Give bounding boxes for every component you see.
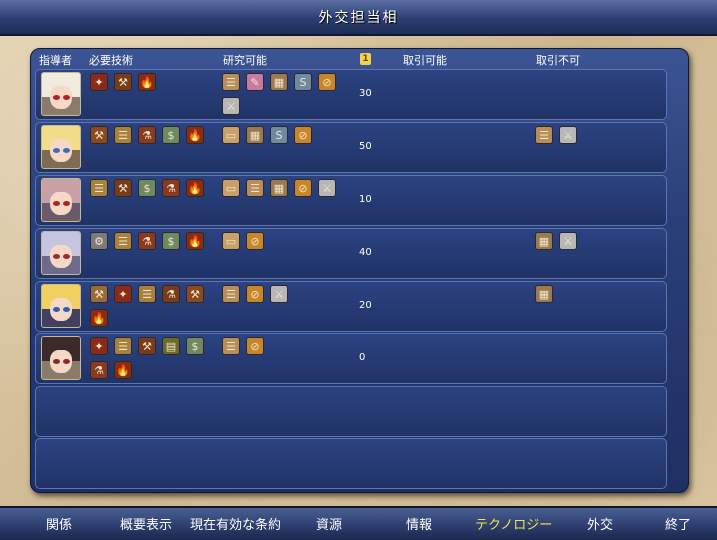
window-title: 外交担当相	[318, 10, 399, 26]
researchable-tech-icon[interactable]: ▭	[222, 126, 240, 144]
leader-row: ✦ ☰ ⚒ ▤ $ ⚗ 🔥 ☰ ⊘ 0	[35, 333, 667, 384]
tab-resources[interactable]: 資源	[316, 514, 342, 533]
researchable-tech-icon[interactable]: ⊘	[294, 126, 312, 144]
col-header-leader: 指導者	[39, 54, 72, 67]
researchable-tech-icon[interactable]: S	[294, 73, 312, 91]
required-tech-icon[interactable]: ☰	[138, 285, 156, 303]
leader-portrait[interactable]	[41, 125, 81, 169]
required-tech-icon[interactable]: ⚒	[114, 179, 132, 197]
col-header-required-tech: 必要技術	[89, 54, 133, 67]
leader-portrait[interactable]	[41, 336, 81, 380]
not-tradable-tech-icon[interactable]: ☰	[535, 126, 553, 144]
tech-count: 30	[359, 88, 372, 99]
bottom-nav-bar: 関係 概要表示 現在有効な条約 資源 情報 テクノロジー 外交 終了	[0, 506, 717, 540]
required-tech-icon[interactable]: 🔥	[90, 309, 108, 327]
required-tech-icon[interactable]: ⚒	[186, 285, 204, 303]
tech-count: 40	[359, 247, 372, 258]
count-column-icon: 1	[360, 53, 371, 65]
required-tech-icon[interactable]: ⚗	[162, 179, 180, 197]
not-tradable-tech-icon[interactable]: ⚔	[559, 232, 577, 250]
required-tech-icon[interactable]: ✦	[114, 285, 132, 303]
leader-row: ✦ ⚒ 🔥 ☰ ✎ ▦ S ⊘ ⚔ 30	[35, 69, 667, 120]
required-tech-icon[interactable]: $	[186, 337, 204, 355]
required-tech-icon[interactable]: ⚗	[90, 361, 108, 379]
researchable-tech-icon[interactable]: ▦	[270, 73, 288, 91]
required-tech-icon[interactable]: 🔥	[114, 361, 132, 379]
col-header-tradable: 取引可能	[403, 54, 447, 67]
col-header-researchable: 研究可能	[223, 54, 267, 67]
researchable-tech-icon[interactable]: ⊘	[246, 285, 264, 303]
tech-count: 10	[359, 194, 372, 205]
leader-portrait[interactable]	[41, 178, 81, 222]
researchable-tech-icon[interactable]: ⚔	[270, 285, 288, 303]
tab-relations[interactable]: 関係	[46, 514, 72, 533]
required-tech-icon[interactable]: ⚒	[90, 126, 108, 144]
leader-portrait[interactable]	[41, 72, 81, 116]
researchable-tech-icon[interactable]: ☰	[222, 73, 240, 91]
required-tech-icon[interactable]: $	[162, 126, 180, 144]
required-tech-icon[interactable]: ✦	[90, 337, 108, 355]
leader-row: ⚒ ☰ ⚗ $ 🔥 ▭ ▦ S ⊘ ☰ ⚔ 50	[35, 122, 667, 173]
required-tech-icon[interactable]: ☰	[114, 126, 132, 144]
required-tech-icon[interactable]: ⚒	[138, 337, 156, 355]
required-tech-icon[interactable]: ✦	[90, 73, 108, 91]
col-header-not-tradable: 取引不可	[536, 54, 580, 67]
researchable-tech-icon[interactable]: ⊘	[294, 179, 312, 197]
required-tech-icon[interactable]: $	[162, 232, 180, 250]
required-tech-icon[interactable]: ⚗	[138, 232, 156, 250]
tech-count: 50	[359, 141, 372, 152]
required-tech-icon[interactable]: ⚒	[90, 285, 108, 303]
tab-technology[interactable]: テクノロジー	[475, 514, 552, 533]
tab-exit[interactable]: 終了	[665, 514, 691, 533]
tech-trade-panel: 指導者 必要技術 研究可能 1 取引可能 取引不可 ✦ ⚒ 🔥 ☰ ✎ ▦ S ⊘ ⚔ 30 ⚒ ☰ ⚗…	[30, 48, 689, 493]
required-tech-icon[interactable]: ▤	[162, 337, 180, 355]
researchable-tech-icon[interactable]: ☰	[246, 179, 264, 197]
required-tech-icon[interactable]: 🔥	[186, 126, 204, 144]
researchable-tech-icon[interactable]: S	[270, 126, 288, 144]
researchable-tech-icon[interactable]: ▦	[270, 179, 288, 197]
leader-portrait[interactable]	[41, 284, 81, 328]
required-tech-icon[interactable]: ☰	[114, 232, 132, 250]
researchable-tech-icon[interactable]: ⊘	[318, 73, 336, 91]
required-tech-icon[interactable]: ⚒	[114, 73, 132, 91]
tech-count: 0	[359, 352, 366, 363]
researchable-tech-icon[interactable]: ⚔	[318, 179, 336, 197]
required-tech-icon[interactable]: $	[138, 179, 156, 197]
leader-portrait[interactable]	[41, 231, 81, 275]
required-tech-icon[interactable]: ☰	[114, 337, 132, 355]
title-bar: 外交担当相	[0, 0, 717, 36]
researchable-tech-icon[interactable]: ☰	[222, 285, 240, 303]
researchable-tech-icon[interactable]: ▭	[222, 179, 240, 197]
researchable-tech-icon[interactable]: ▦	[246, 126, 264, 144]
required-tech-icon[interactable]: 🔥	[138, 73, 156, 91]
required-tech-icon[interactable]: ☰	[90, 179, 108, 197]
tab-overview[interactable]: 概要表示	[120, 514, 172, 533]
tab-active-treaties[interactable]: 現在有効な条約	[190, 514, 281, 533]
tab-diplomacy[interactable]: 外交	[587, 514, 613, 533]
leader-row: ⚙ ☰ ⚗ $ 🔥 ▭ ⊘ ▦ ⚔ 40	[35, 228, 667, 279]
leader-row: ⚒ ✦ ☰ ⚗ ⚒ 🔥 ☰ ⊘ ⚔ ▦ 20	[35, 281, 667, 332]
researchable-tech-icon[interactable]: ⊘	[246, 337, 264, 355]
researchable-tech-icon[interactable]: ⚔	[222, 97, 240, 115]
required-tech-icon[interactable]: ⚙	[90, 232, 108, 250]
leader-row: ☰ ⚒ $ ⚗ 🔥 ▭ ☰ ▦ ⊘ ⚔ 10	[35, 175, 667, 226]
leader-row	[35, 386, 667, 437]
not-tradable-tech-icon[interactable]: ⚔	[559, 126, 577, 144]
researchable-tech-icon[interactable]: ☰	[222, 337, 240, 355]
researchable-tech-icon[interactable]: ✎	[246, 73, 264, 91]
required-tech-icon[interactable]: 🔥	[186, 179, 204, 197]
not-tradable-tech-icon[interactable]: ▦	[535, 285, 553, 303]
tab-info[interactable]: 情報	[406, 514, 432, 533]
required-tech-icon[interactable]: ⚗	[138, 126, 156, 144]
not-tradable-tech-icon[interactable]: ▦	[535, 232, 553, 250]
researchable-tech-icon[interactable]: ▭	[222, 232, 240, 250]
required-tech-icon[interactable]: ⚗	[162, 285, 180, 303]
required-tech-icon[interactable]: 🔥	[186, 232, 204, 250]
researchable-tech-icon[interactable]: ⊘	[246, 232, 264, 250]
tech-count: 20	[359, 300, 372, 311]
leader-row	[35, 438, 667, 489]
